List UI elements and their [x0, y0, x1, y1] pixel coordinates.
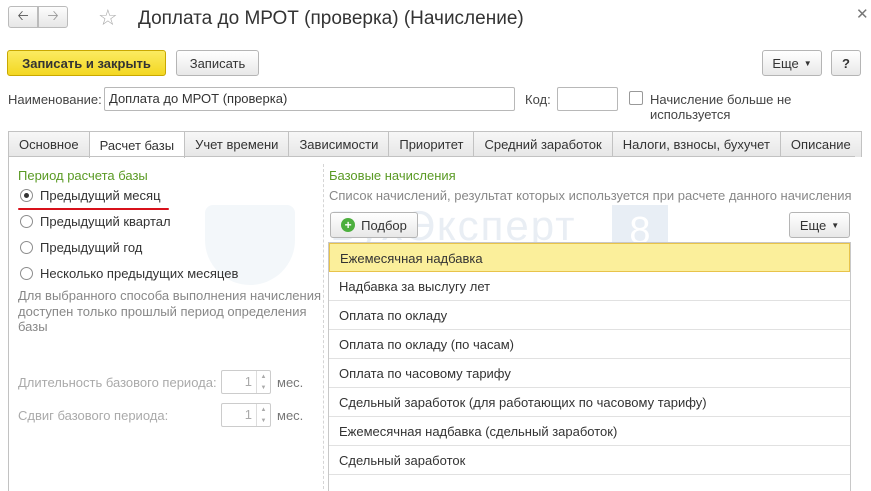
save-and-close-button[interactable]: Записать и закрыть	[7, 50, 166, 76]
tab-dependencies[interactable]: Зависимости	[288, 131, 390, 157]
stepper-arrows-icon[interactable]: ▲ ▼	[256, 404, 270, 426]
arrow-left-icon: 🡠	[17, 7, 29, 23]
radio-previous-quarter[interactable]: Предыдущий квартал	[20, 214, 171, 229]
radio-button-icon	[20, 267, 33, 280]
shift-label: Сдвиг базового периода:	[18, 408, 169, 423]
list-more-button[interactable]: Еще ▼	[789, 212, 850, 238]
not-used-label: Начисление больше не используется	[650, 92, 791, 122]
radio-button-icon	[20, 215, 33, 228]
not-used-label-line1: Начисление больше не	[650, 92, 792, 107]
code-input[interactable]	[557, 87, 618, 111]
stepper-arrows-icon[interactable]: ▲ ▼	[256, 371, 270, 393]
duration-unit: мес.	[277, 375, 304, 390]
tab-base-calculation[interactable]: Расчет базы	[88, 131, 186, 158]
close-icon[interactable]: ✕	[856, 5, 869, 23]
list-item[interactable]: Надбавка за выслугу лет	[329, 272, 850, 301]
duration-stepper[interactable]: 1 ▲ ▼	[221, 370, 271, 394]
not-used-checkbox[interactable]	[629, 91, 643, 105]
tab-description[interactable]: Описание	[779, 131, 862, 157]
period-hint: Для выбранного способа выполнения начисл…	[18, 288, 321, 334]
tab-time-accounting[interactable]: Учет времени	[184, 131, 290, 157]
duration-value: 1	[244, 374, 252, 389]
arrow-right-icon: 🡢	[47, 7, 59, 23]
not-used-label-line2: используется	[650, 107, 731, 122]
more-label: Еще	[772, 55, 799, 71]
tab-average-earnings[interactable]: Средний заработок	[473, 131, 613, 157]
list-item[interactable]: Сдельный заработок	[329, 446, 850, 475]
forward-button[interactable]: 🡢	[38, 6, 68, 28]
list-item[interactable]: Оплата по окладу (по часам)	[329, 330, 850, 359]
list-item[interactable]: Оплата по окладу	[329, 301, 850, 330]
shift-unit: мес.	[277, 408, 304, 423]
radio-label: Несколько предыдущих месяцев	[40, 266, 239, 281]
back-button[interactable]: 🡠	[8, 6, 38, 28]
plus-icon: +	[341, 218, 356, 232]
tab-main[interactable]: Основное	[8, 131, 90, 157]
annotation-underline	[18, 208, 169, 210]
name-input[interactable]: Доплата до МРОТ (проверка)	[104, 87, 515, 111]
window-title: Доплата до МРОТ (проверка) (Начисление)	[138, 8, 524, 29]
pick-label: Подбор	[361, 217, 407, 233]
duration-label: Длительность базового периода:	[18, 375, 217, 390]
radio-previous-year[interactable]: Предыдущий год	[20, 240, 142, 255]
tab-priority[interactable]: Приоритет	[388, 131, 475, 157]
radio-button-icon	[20, 189, 33, 202]
pick-button[interactable]: + Подбор	[330, 212, 418, 238]
column-divider	[323, 164, 324, 491]
tab-bar: Основное Расчет базы Учет времени Зависи…	[8, 131, 862, 158]
base-section-title: Базовые начисления	[329, 168, 456, 183]
list-item[interactable]: Оплата по часовому тарифу	[329, 359, 850, 388]
radio-previous-month[interactable]: Предыдущий месяц	[20, 188, 161, 203]
radio-several-months[interactable]: Несколько предыдущих месяцев	[20, 266, 238, 281]
shift-stepper[interactable]: 1 ▲ ▼	[221, 403, 271, 427]
list-more-label: Еще	[799, 217, 827, 233]
radio-label: Предыдущий месяц	[40, 188, 161, 203]
list-item[interactable]: Ежемесячная надбавка	[329, 243, 850, 272]
list-item[interactable]: Сдельный заработок (для работающих по ча…	[329, 388, 850, 417]
list-item[interactable]: Ежемесячная надбавка (сдельный заработок…	[329, 417, 850, 446]
tab-taxes[interactable]: Налоги, взносы, бухучет	[611, 131, 781, 157]
more-button[interactable]: Еще ▼	[762, 50, 822, 76]
radio-label: Предыдущий год	[40, 240, 143, 255]
base-description: Список начислений, результат которых исп…	[329, 188, 852, 203]
shift-value: 1	[244, 407, 252, 422]
caret-down-icon: ▼	[831, 220, 840, 230]
help-button[interactable]: ?	[831, 50, 861, 76]
base-accruals-list: Ежемесячная надбавка Надбавка за выслугу…	[328, 242, 851, 491]
star-icon[interactable]: ☆	[98, 5, 118, 31]
radio-label: Предыдущий квартал	[40, 214, 171, 229]
save-button[interactable]: Записать	[176, 50, 259, 76]
caret-down-icon: ▼	[803, 58, 812, 68]
period-section-title: Период расчета базы	[18, 168, 148, 183]
code-label: Код:	[525, 92, 551, 107]
name-label: Наименование:	[8, 92, 102, 107]
radio-button-icon	[20, 241, 33, 254]
